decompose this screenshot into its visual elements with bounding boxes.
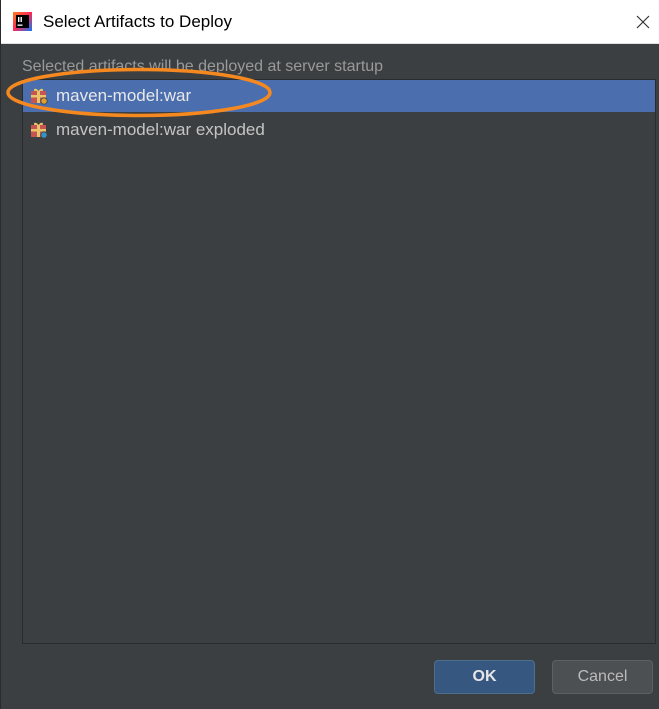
intellij-idea-icon [13, 12, 32, 31]
cancel-button[interactable]: Cancel [552, 660, 653, 694]
dialog-title: Select Artifacts to Deploy [43, 12, 232, 31]
artifact-item-label: maven-model:war [56, 86, 192, 105]
title-bar: Select Artifacts to Deploy [1, 0, 659, 44]
select-artifacts-dialog: Select Artifacts to Deploy Selected arti… [0, 0, 659, 709]
close-button[interactable] [626, 0, 659, 44]
dialog-description: Selected artifacts will be deployed at s… [22, 58, 384, 75]
artifacts-list[interactable]: maven-model:war maven-model:war exploded [22, 79, 656, 644]
close-icon [636, 15, 650, 29]
artifact-war-icon [31, 88, 48, 105]
artifact-war-icon [31, 122, 48, 139]
artifact-item-label: maven-model:war exploded [56, 120, 265, 139]
artifact-item-war-exploded[interactable]: maven-model:war exploded [23, 114, 655, 146]
ok-button[interactable]: OK [434, 660, 535, 694]
artifact-item-war[interactable]: maven-model:war [23, 80, 655, 112]
